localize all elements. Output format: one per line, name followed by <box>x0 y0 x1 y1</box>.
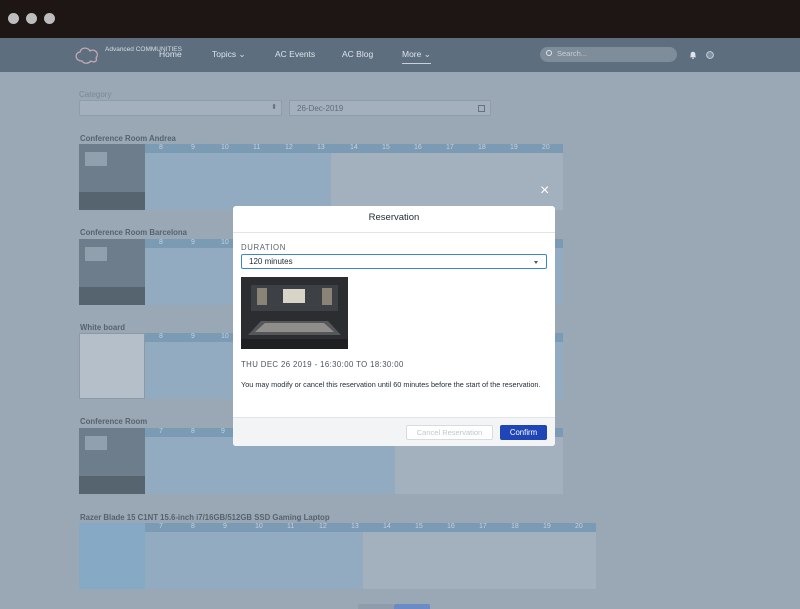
modal-title: Reservation <box>233 206 555 233</box>
duration-label: DURATION <box>241 243 286 252</box>
hour-label: 12 <box>319 523 327 530</box>
thumb-floor <box>79 192 145 210</box>
hour-label: 7 <box>159 428 163 435</box>
pager-stub-active <box>394 604 430 609</box>
chevron-down-icon: ⌄ <box>423 49 431 59</box>
nav-home[interactable]: Home <box>159 49 182 59</box>
caret-down-icon <box>534 261 538 264</box>
date-value: 26-Dec-2019 <box>297 104 344 113</box>
hour-label: 13 <box>351 523 359 530</box>
window-minimize-dot[interactable] <box>26 13 37 24</box>
nav-more[interactable]: More ⌄ <box>402 49 431 64</box>
hour-label: 10 <box>255 523 263 530</box>
whiteboard-thumbnail <box>79 333 145 399</box>
hour-label: 19 <box>543 523 551 530</box>
room-thumbnail <box>79 144 145 210</box>
hour-label: 17 <box>479 523 487 530</box>
globe-icon[interactable] <box>706 51 714 59</box>
hour-label: 7 <box>159 523 163 530</box>
reservation-modal: Reservation DURATION 120 minutes THU DEC… <box>233 206 555 446</box>
hour-label: 19 <box>510 144 518 151</box>
hour-label: 14 <box>350 144 358 151</box>
category-label: Category <box>79 90 112 99</box>
nav-more-label: More <box>402 49 422 59</box>
reservation-time: THU DEC 26 2019 - 16:30:00 TO 18:30:00 <box>241 360 404 369</box>
date-field[interactable]: 26-Dec-2019 <box>289 100 491 116</box>
select-arrows-icon: ⬍ <box>271 104 277 111</box>
timeline-free[interactable] <box>363 532 596 589</box>
duration-select[interactable]: 120 minutes <box>241 254 547 269</box>
calendar-icon[interactable] <box>478 105 485 112</box>
window-titlebar <box>0 0 800 38</box>
room-title: Razer Blade 15 C1NT 15.6-inch i7/16GB/51… <box>80 513 330 522</box>
reservation-notice: You may modify or cancel this reservatio… <box>241 380 541 389</box>
duration-value: 120 minutes <box>249 257 293 266</box>
thumb-floor <box>79 287 145 305</box>
hour-label: 16 <box>414 144 422 151</box>
room-thumbnail <box>79 239 145 305</box>
hour-label: 18 <box>478 144 486 151</box>
hour-label: 20 <box>542 144 550 151</box>
hour-label: 8 <box>159 333 163 340</box>
hour-label: 20 <box>575 523 583 530</box>
room-timeline[interactable]: 7 8 9 10 11 12 13 14 15 16 17 18 19 20 <box>145 523 596 589</box>
chevron-down-icon: ⌄ <box>238 49 246 59</box>
timeline-booked <box>145 532 363 589</box>
room-timeline[interactable]: 8 9 10 11 12 13 14 15 16 17 18 19 20 <box>145 144 563 210</box>
hour-label: 15 <box>415 523 423 530</box>
close-icon[interactable]: × <box>540 182 549 200</box>
hour-label: 14 <box>383 523 391 530</box>
hour-label: 18 <box>511 523 519 530</box>
thumb-floor <box>79 476 145 494</box>
timeline-header <box>145 523 596 532</box>
hour-label: 9 <box>191 333 195 340</box>
hour-label: 11 <box>287 523 295 530</box>
nav-topics-label: Topics <box>212 49 237 59</box>
thumb-window <box>85 436 107 450</box>
thumb-window <box>85 247 107 261</box>
hour-label: 15 <box>382 144 390 151</box>
nav-topics[interactable]: Topics ⌄ <box>212 49 246 60</box>
window-close-dot[interactable] <box>8 13 19 24</box>
room-title: Conference Room Barcelona <box>80 228 188 237</box>
hour-label: 9 <box>223 523 227 530</box>
hour-label: 9 <box>221 428 225 435</box>
timeline-free[interactable] <box>331 153 563 210</box>
window-maximize-dot[interactable] <box>44 13 55 24</box>
room-title: White board <box>80 323 126 332</box>
room-title: Conference Room <box>80 417 148 426</box>
room-photo <box>241 277 348 349</box>
hour-label: 12 <box>285 144 293 151</box>
hour-label: 16 <box>447 523 455 530</box>
hour-label: 10 <box>221 144 229 151</box>
hour-label: 17 <box>446 144 454 151</box>
nav-ac-blog[interactable]: AC Blog <box>342 49 373 59</box>
hour-label: 8 <box>159 144 163 151</box>
hour-label: 8 <box>191 428 195 435</box>
pager-stub <box>358 604 394 609</box>
search-input[interactable]: Search... <box>540 47 677 62</box>
laptop-thumbnail <box>79 523 145 589</box>
nav-ac-events[interactable]: AC Events <box>275 49 315 59</box>
search-icon <box>546 50 552 56</box>
modal-footer: Cancel Reservation Confirm <box>233 417 555 446</box>
category-select[interactable]: ⬍ <box>79 100 282 116</box>
hour-label: 9 <box>191 239 195 246</box>
hour-label: 11 <box>253 144 261 151</box>
top-nav: Advanced COMMUNITIES Home Topics ⌄ AC Ev… <box>0 38 800 72</box>
hour-label: 13 <box>317 144 325 151</box>
room-title: Conference Room Andrea <box>80 134 176 143</box>
thumb-window <box>85 152 107 166</box>
timeline-booked <box>145 153 331 210</box>
search-placeholder: Search... <box>557 49 588 58</box>
hour-label: 10 <box>221 333 229 340</box>
confirm-button[interactable]: Confirm <box>500 425 547 440</box>
room-thumbnail <box>79 428 145 494</box>
hour-label: 8 <box>191 523 195 530</box>
bell-icon[interactable] <box>689 51 697 59</box>
hour-label: 9 <box>191 144 195 151</box>
hour-label: 8 <box>159 239 163 246</box>
cancel-reservation-button[interactable]: Cancel Reservation <box>406 425 493 440</box>
hour-label: 10 <box>221 239 229 246</box>
